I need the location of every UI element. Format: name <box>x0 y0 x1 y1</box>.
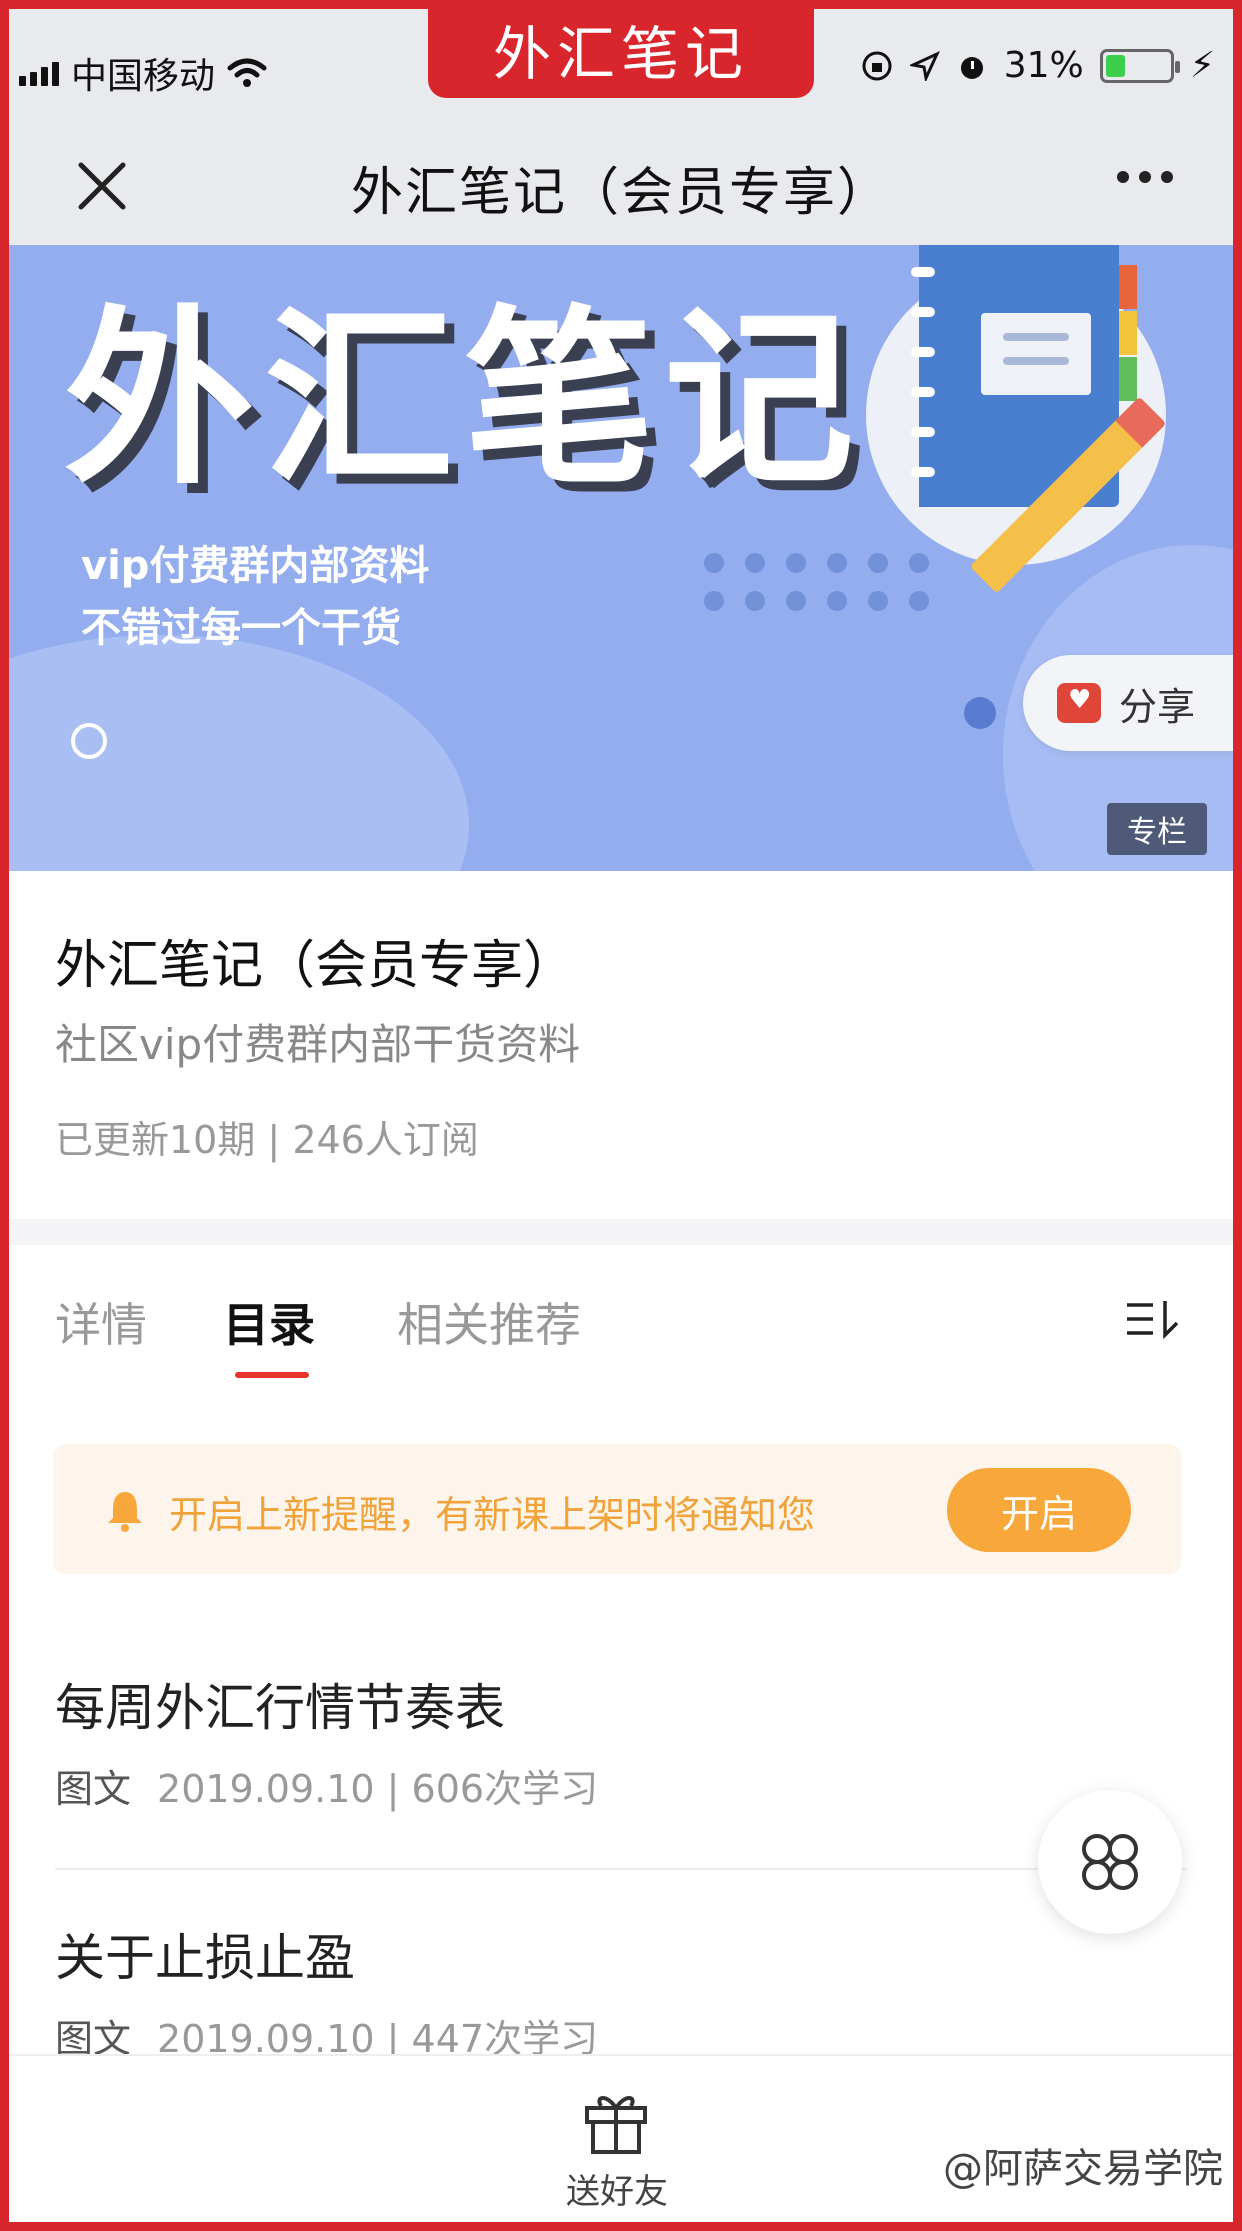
column-badge: 专栏 <box>1107 803 1207 855</box>
header-tag: 外汇笔记 <box>428 0 814 98</box>
enable-notice-button[interactable]: 开启 <box>947 1468 1131 1552</box>
more-icon[interactable] <box>1117 171 1173 183</box>
tab-recommend[interactable]: 相关推荐 <box>397 1289 581 1355</box>
nav-bar: 外汇笔记（会员专享） <box>9 129 1233 245</box>
cover-banner: 外汇笔记 vip付费群内部资料 不错过每一个干货 分享 专栏 <box>9 245 1233 871</box>
tab-details[interactable]: 详情 <box>55 1289 147 1355</box>
notebook-tab <box>1119 357 1137 401</box>
banner-subtitle-line: vip付费群内部资料 <box>81 543 430 589</box>
tab-catalog[interactable]: 目录 <box>223 1289 315 1355</box>
menu-grid-button[interactable] <box>1038 1790 1182 1934</box>
bottom-bar: 送好友 @阿萨交易学院 <box>9 2054 1233 2222</box>
signal-icon <box>19 60 59 86</box>
gift-icon[interactable] <box>581 2086 651 2156</box>
clover-icon <box>1082 1834 1138 1890</box>
share-gift-icon <box>1057 683 1101 723</box>
section-divider <box>9 1219 1233 1245</box>
item-title: 关于止损止盈 <box>55 1929 355 1987</box>
close-icon[interactable] <box>67 151 137 221</box>
charging-icon: ⚡ <box>1189 45 1215 86</box>
rotation-lock-icon <box>862 51 892 80</box>
dot-decoration <box>964 697 996 729</box>
course-subtitle: 社区vip付费群内部干货资料 <box>55 1020 581 1069</box>
nav-title: 外汇笔记（会员专享） <box>350 162 891 223</box>
ring-decoration <box>71 723 107 759</box>
status-left: 中国移动 <box>19 47 267 99</box>
location-icon <box>909 50 940 81</box>
share-button[interactable]: 分享 <box>1023 655 1233 751</box>
watermark: @阿萨交易学院 <box>943 2146 1223 2192</box>
banner-subtitle: vip付费群内部资料 不错过每一个干货 <box>81 535 429 659</box>
wifi-icon <box>227 58 267 87</box>
banner-subtitle-line: 不错过每一个干货 <box>81 605 401 651</box>
banner-title: 外汇笔记 <box>64 289 865 510</box>
carrier-name: 中国移动 <box>71 56 216 97</box>
item-meta: 图文 2019.09.10 | 606次学习 <box>55 1758 598 1813</box>
battery-percent: 31% <box>1003 45 1084 86</box>
alarm-icon <box>960 56 983 79</box>
list-item[interactable]: 每周外汇行情节奏表 图文 2019.09.10 | 606次学习 <box>55 1620 1187 1870</box>
course-title: 外汇笔记（会员专享） <box>55 936 576 996</box>
status-right: 31% ⚡ <box>860 45 1215 86</box>
item-type: 图文 <box>55 1767 132 1811</box>
battery-icon <box>1099 48 1180 83</box>
send-friend-label[interactable]: 送好友 <box>566 2164 668 2213</box>
item-date-views: 2019.09.10 | 606次学习 <box>157 1767 599 1811</box>
share-label: 分享 <box>1119 684 1196 729</box>
dot-pattern <box>704 553 931 611</box>
active-tab-indicator <box>235 1372 309 1378</box>
item-title: 每周外汇行情节奏表 <box>55 1679 505 1737</box>
tab-bar: 详情 目录 相关推荐 <box>9 1245 1233 1395</box>
battery-fill <box>1105 54 1125 77</box>
bell-icon <box>108 1492 142 1532</box>
course-meta: 已更新10期 | 246人订阅 <box>55 1118 479 1162</box>
notebook-tab <box>1119 265 1137 309</box>
notebook-tab <box>1119 311 1137 355</box>
course-info: 外汇笔记（会员专享） 社区vip付费群内部干货资料 已更新10期 | 246人订… <box>9 871 1233 1219</box>
sort-icon[interactable] <box>1123 1297 1183 1341</box>
notice-text: 开启上新提醒，有新课上架时将通知您 <box>169 1493 816 1537</box>
new-course-notice: 开启上新提醒，有新课上架时将通知您 开启 <box>53 1444 1181 1574</box>
